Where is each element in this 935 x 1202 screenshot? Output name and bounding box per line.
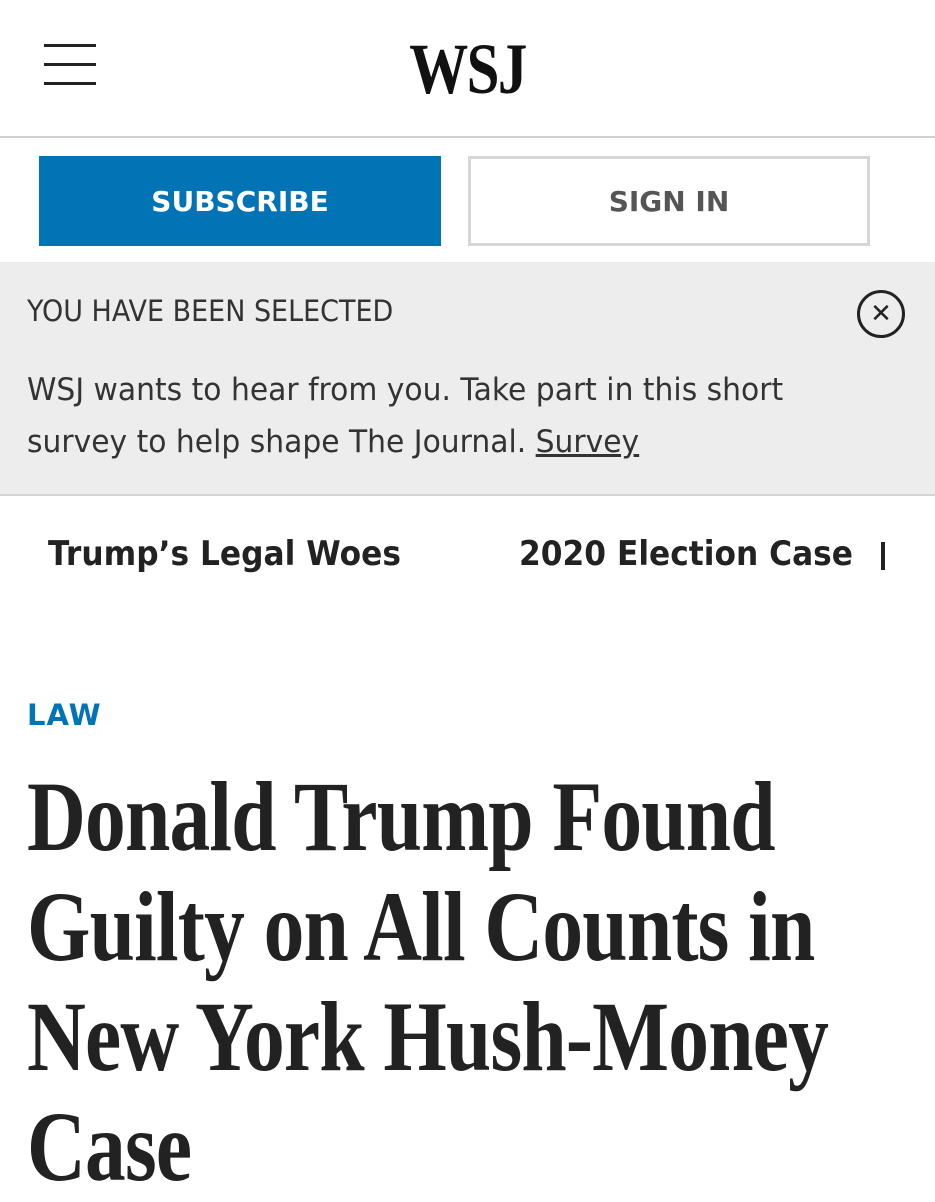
survey-banner: YOU HAVE BEEN SELECTED ✕ WSJ wants to he… (0, 262, 935, 496)
survey-message: WSJ wants to hear from you. Take part in… (27, 364, 853, 468)
site-header: WSJ (0, 0, 935, 138)
article-headline: Donald Trump Found Guilty on All Counts … (27, 761, 829, 1202)
subscribe-button[interactable]: SUBSCRIBE (39, 156, 441, 246)
sign-in-button[interactable]: SIGN IN (468, 156, 870, 246)
survey-title: YOU HAVE BEEN SELECTED (27, 294, 394, 328)
wsj-logo[interactable]: WSJ (84, 28, 851, 110)
topic-trumps-legal-woes[interactable]: Trump’s Legal Woes (48, 534, 401, 574)
section-label[interactable]: LAW (27, 698, 102, 732)
survey-message-text: WSJ wants to hear from you. Take part in… (27, 372, 784, 460)
close-icon[interactable]: ✕ (857, 290, 905, 338)
survey-link[interactable]: Survey (536, 424, 640, 460)
topic-overflow-indicator (881, 542, 885, 570)
topic-2020-election-case[interactable]: 2020 Election Case (519, 534, 853, 574)
topic-nav: Trump’s Legal Woes 2020 Election Case (0, 520, 935, 600)
